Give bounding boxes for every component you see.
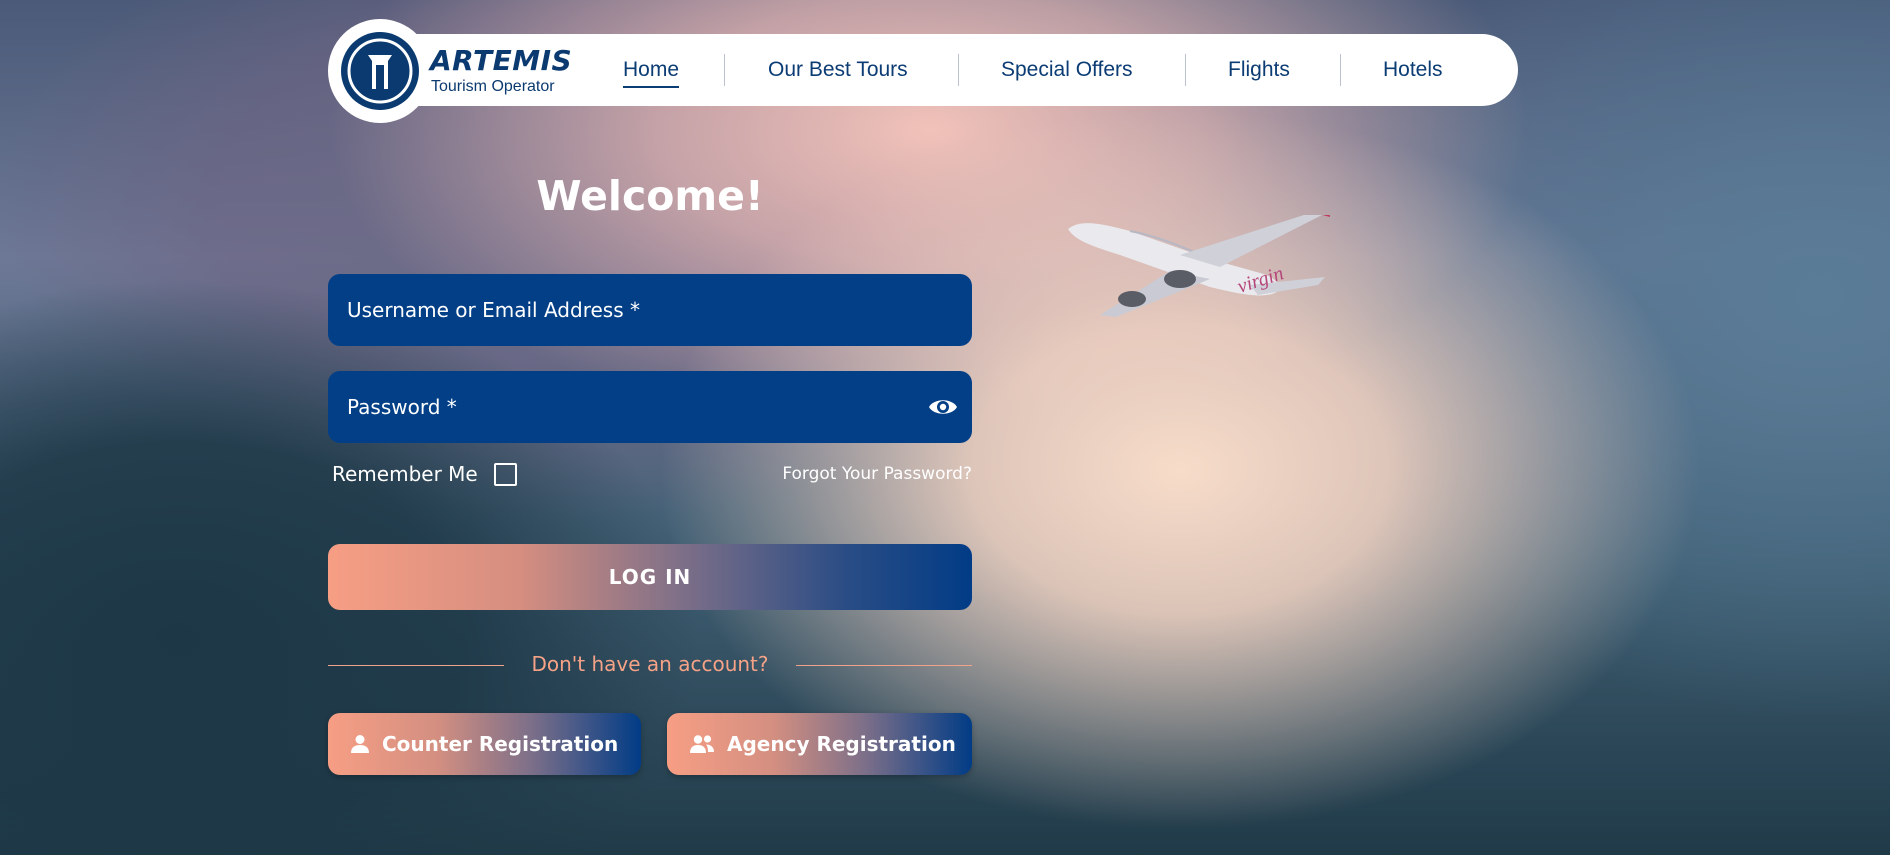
no-account-text: Don't have an account? <box>531 652 769 676</box>
remember-me-label: Remember Me <box>332 462 478 486</box>
agency-registration-button[interactable]: Agency Registration <box>667 713 972 775</box>
people-icon <box>690 735 714 753</box>
nav-special-offers[interactable]: Special Offers <box>1001 58 1133 82</box>
nav-divider <box>1185 54 1186 86</box>
airplane-image: virgin <box>1068 215 1330 317</box>
logo-emblem-icon <box>341 32 419 110</box>
nav-divider <box>724 54 725 86</box>
forgot-password-link[interactable]: Forgot Your Password? <box>660 464 972 484</box>
nav-flights[interactable]: Flights <box>1228 58 1290 82</box>
username-placeholder: Username or Email Address * <box>347 298 640 322</box>
page-title: Welcome! <box>536 172 764 220</box>
login-button[interactable]: LOG IN <box>328 544 972 610</box>
remember-me-checkbox[interactable] <box>493 462 517 486</box>
brand-name: ARTEMIS <box>430 44 573 77</box>
nav-divider <box>1340 54 1341 86</box>
password-field[interactable]: Password * <box>328 371 972 443</box>
counter-registration-label: Counter Registration <box>382 732 619 756</box>
nav-home[interactable]: Home <box>623 58 680 88</box>
divider-right <box>796 665 972 666</box>
counter-registration-button[interactable]: Counter Registration <box>328 713 641 775</box>
password-placeholder: Password * <box>347 395 457 419</box>
agency-registration-label: Agency Registration <box>727 732 956 756</box>
brand-logo[interactable] <box>328 19 432 123</box>
remember-me[interactable]: Remember Me <box>332 462 517 486</box>
nav-hotels[interactable]: Hotels <box>1383 58 1443 82</box>
brand-tagline: Tourism Operator <box>431 78 555 95</box>
person-icon <box>351 735 369 753</box>
nav-our-best-tours[interactable]: Our Best Tours <box>768 58 908 82</box>
eye-icon[interactable] <box>928 395 958 419</box>
username-field[interactable]: Username or Email Address * <box>328 274 972 346</box>
nav-divider <box>958 54 959 86</box>
